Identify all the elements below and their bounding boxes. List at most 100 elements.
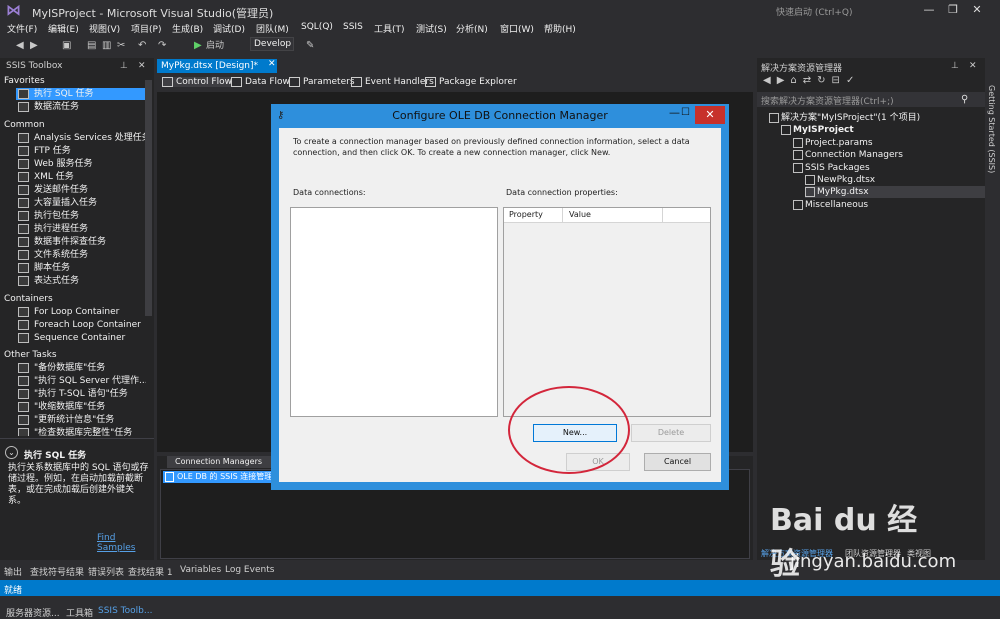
find-samples-link[interactable]: Find Samples	[97, 533, 154, 553]
toolbox-item[interactable]: FTP 任务	[16, 145, 146, 157]
toolbox-item[interactable]: 执行包任务	[16, 210, 146, 222]
menu-analyze[interactable]: 分析(N)	[456, 22, 488, 35]
tab-package-explorer[interactable]: Package Explorer	[425, 77, 517, 87]
start-button[interactable]: 启动	[206, 39, 224, 53]
search-icon[interactable]: ⚲	[961, 94, 968, 105]
column-header-value[interactable]: Value	[569, 210, 591, 219]
back-icon[interactable]: ◀	[763, 75, 777, 86]
forward-icon[interactable]: ▶	[30, 39, 38, 53]
data-connections-list[interactable]	[290, 207, 498, 417]
undo-icon[interactable]: ↶	[138, 39, 146, 53]
menu-sql[interactable]: SQL(Q)	[301, 22, 333, 32]
toolbox-item[interactable]: XML 任务	[16, 171, 146, 183]
menu-view[interactable]: 视图(V)	[89, 22, 120, 35]
menu-project[interactable]: 项目(P)	[131, 22, 161, 35]
maximize-button[interactable]: ❐	[942, 2, 964, 18]
connection-managers-node[interactable]: Connection Managers	[793, 149, 903, 161]
toolbox-item[interactable]: 执行 SQL 任务	[16, 88, 146, 100]
tab-error-list[interactable]: 错误列表	[88, 565, 124, 578]
menu-test[interactable]: 测试(S)	[416, 22, 447, 35]
document-tab-mypkg[interactable]: MyPkg.dtsx [Design]*	[157, 59, 277, 73]
dialog-maximize-button[interactable]: ☐	[681, 107, 695, 121]
configuration-dropdown[interactable]: Develop	[250, 37, 294, 51]
save-icon[interactable]: ▤	[87, 39, 96, 53]
menu-build[interactable]: 生成(B)	[172, 22, 203, 35]
save-all-icon[interactable]: ▥	[102, 39, 111, 53]
pin-icon[interactable]: ⊥	[120, 61, 128, 71]
minimize-button[interactable]: —	[918, 2, 940, 18]
project-node[interactable]: MyISProject	[781, 124, 854, 136]
quick-launch-input[interactable]: 快速启动 (Ctrl+Q)	[770, 2, 878, 18]
pin-icon[interactable]: ⊥	[951, 61, 959, 71]
cancel-button[interactable]: Cancel	[644, 453, 711, 471]
miscellaneous-node[interactable]: Miscellaneous	[793, 199, 868, 211]
toolbox-item[interactable]: For Loop Container	[16, 306, 146, 318]
tab-toolbox[interactable]: 工具箱	[66, 606, 93, 619]
toolbox-item[interactable]: Foreach Loop Container	[16, 319, 146, 331]
refresh-icon[interactable]: ↻	[817, 75, 831, 86]
tab-find-symbol-results[interactable]: 查找符号结果	[30, 565, 84, 578]
tab-find-results[interactable]: 查找结果 1	[128, 565, 173, 578]
connection-manager-item[interactable]: OLE DB 的 SSIS 连接管理器	[163, 471, 273, 483]
dialog-close-button[interactable]: ✕	[695, 106, 725, 124]
collapse-icon[interactable]: ⊟	[832, 75, 846, 86]
tab-output[interactable]: 输出	[4, 565, 22, 578]
toolbox-item[interactable]: 表达式任务	[16, 275, 146, 287]
toolbox-item[interactable]: 数据流任务	[16, 101, 146, 113]
properties-icon[interactable]: ✓	[846, 75, 860, 86]
toolbox-item[interactable]: 大容量插入任务	[16, 197, 146, 209]
toolbox-category-containers[interactable]: Containers	[4, 294, 53, 304]
solution-node[interactable]: 解决方案"MyISProject"(1 个项目)	[769, 112, 920, 124]
tab-log-events[interactable]: Log Events	[225, 565, 274, 575]
properties-grid[interactable]: Property Value	[503, 207, 711, 417]
delete-connection-button[interactable]: Delete	[631, 424, 711, 442]
getting-started-tab[interactable]: Getting Started (SSIS)	[987, 85, 996, 173]
toolbox-item[interactable]: Web 服务任务	[16, 158, 146, 170]
toolbox-item[interactable]: "检查数据库完整性"任务	[16, 427, 146, 436]
toolbox-item[interactable]: 执行进程任务	[16, 223, 146, 235]
back-icon[interactable]: ◀	[16, 39, 24, 53]
tab-data-flow[interactable]: Data Flow	[231, 77, 290, 87]
menu-edit[interactable]: 编辑(E)	[48, 22, 79, 35]
toolbar-extra-icon[interactable]: ✎	[306, 39, 314, 53]
menu-team[interactable]: 团队(M)	[256, 22, 289, 35]
project-params-node[interactable]: Project.params	[793, 137, 873, 149]
menu-debug[interactable]: 调试(D)	[213, 22, 245, 35]
column-header-property[interactable]: Property	[509, 210, 543, 219]
tab-parameters[interactable]: Parameters	[289, 77, 355, 87]
tab-event-handlers[interactable]: Event Handlers	[351, 77, 434, 87]
toolbox-scrollbar[interactable]	[145, 80, 152, 316]
solution-search-input[interactable]: 搜索解决方案资源管理器(Ctrl+;)	[757, 92, 985, 107]
toolbox-category-favorites[interactable]: Favorites	[4, 76, 45, 86]
toolbox-item[interactable]: 发送邮件任务	[16, 184, 146, 196]
tab-server-explorer[interactable]: 服务器资源...	[6, 606, 60, 619]
redo-icon[interactable]: ↷	[158, 39, 166, 53]
menu-file[interactable]: 文件(F)	[7, 22, 37, 35]
toolbox-item[interactable]: 数据事件探查任务	[16, 236, 146, 248]
close-tab-icon[interactable]: ✕	[268, 59, 276, 69]
toolbox-item[interactable]: "执行 SQL Server 代理作...	[16, 375, 146, 387]
new-project-icon[interactable]: ▣	[62, 39, 71, 53]
toolbox-item[interactable]: "收缩数据库"任务	[16, 401, 146, 413]
toolbox-category-common[interactable]: Common	[4, 120, 45, 130]
toolbox-category-other-tasks[interactable]: Other Tasks	[4, 350, 57, 360]
menu-ssis[interactable]: SSIS	[343, 22, 363, 32]
start-icon[interactable]: ▶	[194, 39, 202, 53]
toolbox-item[interactable]: Analysis Services 处理任务	[16, 132, 146, 144]
package-node-selected[interactable]: MyPkg.dtsx	[805, 186, 985, 198]
close-toolbox-icon[interactable]: ✕	[138, 61, 146, 71]
home-icon[interactable]: ⌂	[790, 75, 802, 86]
ssis-packages-node[interactable]: SSIS Packages	[793, 162, 870, 174]
toolbox-item[interactable]: 文件系统任务	[16, 249, 146, 261]
toolbox-item[interactable]: Sequence Container	[16, 332, 146, 344]
menu-help[interactable]: 帮助(H)	[544, 22, 576, 35]
toolbox-item[interactable]: "备份数据库"任务	[16, 362, 146, 374]
toolbox-item[interactable]: "执行 T-SQL 语句"任务	[16, 388, 146, 400]
menu-window[interactable]: 窗口(W)	[500, 22, 534, 35]
tab-control-flow[interactable]: Control Flow	[162, 77, 232, 87]
forward-icon[interactable]: ▶	[777, 75, 791, 86]
tab-ssis-toolbox[interactable]: SSIS Toolb...	[98, 606, 152, 616]
cut-icon[interactable]: ✂	[117, 39, 125, 53]
tab-variables[interactable]: Variables	[180, 565, 221, 575]
toolbox-item[interactable]: "更新统计信息"任务	[16, 414, 146, 426]
